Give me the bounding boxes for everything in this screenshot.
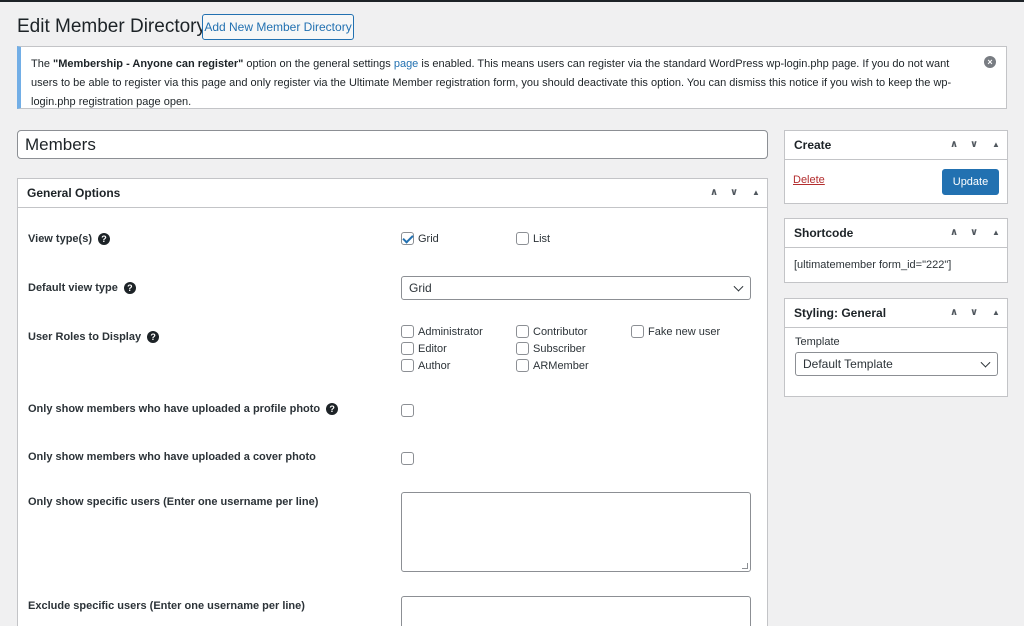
role-label: Subscriber [533, 342, 586, 355]
registration-notice: The "Membership - Anyone can register" o… [17, 46, 1007, 109]
checkbox-icon[interactable] [516, 342, 529, 355]
role-label: Administrator [418, 325, 483, 338]
general-options-title: General Options [27, 186, 121, 200]
general-options-header: General Options ∧ ∨ ▲ [18, 179, 767, 208]
profile-photo-label: Only show members who have uploaded a pr… [28, 403, 321, 415]
help-icon[interactable]: ? [326, 403, 339, 415]
cover-photo-checkbox[interactable] [401, 452, 414, 465]
help-icon[interactable]: ? [98, 233, 110, 245]
move-down-icon[interactable]: ∨ [725, 179, 743, 207]
exclude-users-label-row: Exclude specific users (Enter one userna… [28, 600, 305, 612]
page-title: Edit Member Directory [17, 16, 206, 37]
settings-page-link[interactable]: page [394, 58, 418, 70]
checkbox-checked-icon[interactable] [401, 232, 414, 245]
roles-label: User Roles to Display [28, 331, 142, 343]
role-label: Editor [418, 342, 447, 355]
resize-grip-icon[interactable] [742, 563, 748, 569]
checkbox-icon[interactable] [631, 325, 644, 338]
role-armember[interactable]: ARMember [516, 359, 589, 372]
role-label: Contributor [533, 325, 588, 338]
styling-title: Styling: General [794, 306, 887, 320]
view-type-list[interactable]: List [516, 232, 550, 245]
top-border [0, 0, 1024, 2]
role-contributor[interactable]: Contributor [516, 325, 587, 338]
shortcode-header: Shortcode ∧ ∨ ▲ [785, 219, 1007, 248]
specific-users-label-row: Only show specific users (Enter one user… [28, 496, 318, 508]
cover-photo-label-row: Only show members who have uploaded a co… [28, 451, 316, 463]
profile-photo-checkbox[interactable] [401, 404, 414, 417]
delete-link[interactable]: Delete [793, 174, 825, 186]
checkbox-icon[interactable] [516, 359, 529, 372]
checkbox-icon[interactable] [401, 325, 414, 338]
view-type-grid-label: Grid [418, 232, 439, 245]
template-label: Template [795, 336, 840, 348]
specific-users-textarea[interactable] [401, 492, 751, 572]
collapse-toggle-icon[interactable]: ▲ [987, 219, 1005, 247]
default-view-label: Default view type [28, 282, 118, 294]
dismiss-icon[interactable]: × [984, 56, 996, 68]
update-button[interactable]: Update [942, 169, 999, 195]
profile-photo-label-row: Only show members who have uploaded a pr… [28, 403, 339, 415]
styling-header: Styling: General ∧ ∨ ▲ [785, 299, 1007, 328]
view-types-label: View type(s) [28, 233, 92, 245]
default-view-select[interactable]: Grid [401, 276, 751, 300]
view-types-label-row: View type(s) ? [28, 233, 110, 245]
view-type-list-label: List [533, 232, 551, 245]
create-title: Create [794, 138, 832, 152]
styling-box: Styling: General ∧ ∨ ▲ Template Default … [784, 298, 1008, 397]
help-icon[interactable]: ? [123, 282, 136, 294]
move-up-icon[interactable]: ∧ [945, 219, 963, 247]
role-label: Author [418, 359, 451, 372]
default-view-label-row: Default view type ? [28, 282, 136, 294]
move-down-icon[interactable]: ∨ [965, 219, 983, 247]
checkbox-icon[interactable] [401, 359, 414, 372]
checkbox-icon[interactable] [401, 342, 414, 355]
role-administrator[interactable]: Administrator [401, 325, 483, 338]
chevron-down-icon [733, 281, 744, 292]
general-options-box: General Options ∧ ∨ ▲ View type(s) ? Gri… [17, 178, 768, 626]
role-editor[interactable]: Editor [401, 342, 447, 355]
specific-users-label: Only show specific users (Enter one user… [28, 496, 319, 508]
move-up-icon[interactable]: ∧ [705, 179, 723, 207]
shortcode-title: Shortcode [794, 226, 854, 240]
collapse-toggle-icon[interactable]: ▲ [987, 131, 1005, 159]
move-up-icon[interactable]: ∧ [945, 131, 963, 159]
create-header: Create ∧ ∨ ▲ [785, 131, 1007, 160]
notice-text-mid: option on the general settings [243, 58, 394, 70]
collapse-toggle-icon[interactable]: ▲ [987, 299, 1005, 327]
notice-bold-option: "Membership - Anyone can register" [53, 58, 244, 70]
shortcode-value: [ultimatemember form_id="222"] [794, 259, 952, 271]
role-label: Fake new user [648, 325, 721, 338]
template-select[interactable]: Default Template [795, 352, 998, 376]
exclude-users-textarea[interactable] [401, 596, 751, 626]
exclude-users-label: Exclude specific users (Enter one userna… [28, 600, 305, 612]
chevron-down-icon [980, 357, 991, 368]
create-box: Create ∧ ∨ ▲ Delete Update [784, 130, 1008, 204]
cover-photo-label: Only show members who have uploaded a co… [28, 451, 316, 463]
move-up-icon[interactable]: ∧ [945, 299, 963, 327]
role-label: ARMember [533, 359, 589, 372]
roles-label-row: User Roles to Display ? [28, 331, 160, 343]
checkbox-icon[interactable] [401, 452, 414, 465]
add-new-directory-button[interactable]: Add New Member Directory [202, 14, 354, 40]
collapse-toggle-icon[interactable]: ▲ [747, 179, 765, 207]
template-value: Default Template [803, 357, 893, 371]
role-subscriber[interactable]: Subscriber [516, 342, 586, 355]
default-view-value: Grid [409, 281, 432, 295]
help-icon[interactable]: ? [147, 331, 160, 343]
checkbox-icon[interactable] [516, 325, 529, 338]
checkbox-icon[interactable] [401, 404, 414, 417]
role-fake-new-user[interactable]: Fake new user [631, 325, 720, 338]
view-type-grid[interactable]: Grid [401, 232, 439, 245]
directory-title-input[interactable]: Members [17, 130, 768, 159]
checkbox-icon[interactable] [516, 232, 529, 245]
shortcode-box: Shortcode ∧ ∨ ▲ [ultimatemember form_id=… [784, 218, 1008, 283]
role-author[interactable]: Author [401, 359, 450, 372]
notice-text-prefix: The [31, 58, 54, 70]
move-down-icon[interactable]: ∨ [965, 131, 983, 159]
move-down-icon[interactable]: ∨ [965, 299, 983, 327]
